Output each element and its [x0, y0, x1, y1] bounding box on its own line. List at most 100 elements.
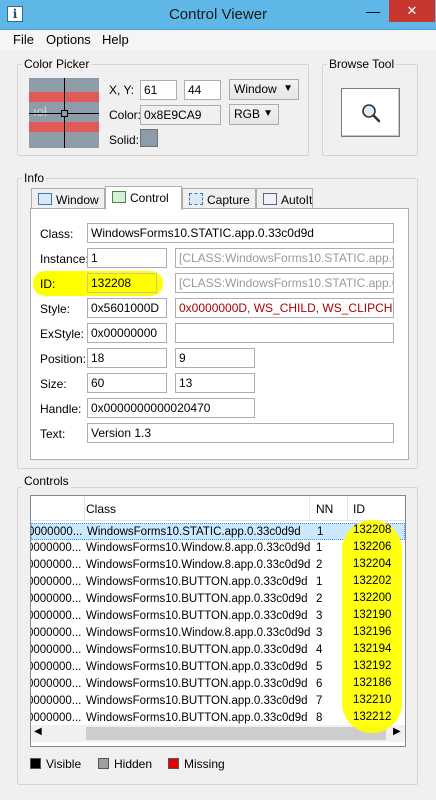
instance-field[interactable]: 1 [87, 248, 167, 268]
cell-nn: 1 [316, 542, 323, 554]
scrollbar-thumb[interactable] [86, 727, 386, 740]
tab-window[interactable]: Window [31, 188, 105, 210]
cell-handle: 0000000... [30, 526, 83, 538]
instance-advanced-field[interactable]: [CLASS:WindowsForms10.STATIC.app.0.33c [175, 248, 394, 268]
info-label: Info [22, 171, 47, 185]
size-width-field[interactable]: 60 [87, 373, 167, 393]
cell-nn: 2 [316, 593, 323, 605]
picker-mode-select[interactable]: Window ▼ [229, 79, 299, 100]
cell-nn: 1 [317, 526, 324, 538]
id-field[interactable]: 132208 [87, 273, 157, 293]
x-field[interactable]: 61 [140, 80, 177, 100]
cell-class: WindowsForms10.BUTTON.app.0.33c0d9d [86, 644, 308, 656]
cell-class: WindowsForms10.BUTTON.app.0.33c0d9d [86, 576, 308, 588]
style-field[interactable]: 0x5601000D [87, 298, 167, 318]
cell-handle: 0000000... [30, 661, 82, 673]
scroll-right-icon[interactable]: ▶ [393, 726, 401, 737]
picker-mode-value: Window [234, 82, 277, 96]
exstyle-field[interactable]: 0x00000000 [87, 323, 167, 343]
color-label: Color: [109, 108, 142, 122]
cell-id: 132192 [353, 660, 392, 672]
cell-nn: 3 [316, 610, 323, 622]
minimize-button[interactable]: — [360, 0, 386, 22]
browse-tool-button[interactable] [341, 88, 400, 137]
id-advanced-field[interactable]: [CLASS:WindowsForms10.STATIC.app.0.33c [175, 273, 394, 293]
class-field[interactable]: WindowsForms10.STATIC.app.0.33c0d9d [87, 223, 394, 243]
cell-nn: 6 [316, 678, 323, 690]
cell-class: WindowsForms10.Window.8.app.0.33c0d9d [86, 542, 311, 554]
size-height-field[interactable]: 13 [175, 373, 255, 393]
color-format-select[interactable]: RGB ▼ [229, 104, 279, 125]
cell-id: 132200 [353, 592, 392, 604]
column-header-class[interactable]: Class [86, 502, 116, 516]
tab-autoit[interactable]: AutoIt [256, 188, 313, 210]
y-field[interactable]: 44 [184, 80, 221, 100]
close-button[interactable]: ✕ [389, 0, 435, 22]
color-picker-label: Color Picker [22, 57, 92, 71]
cell-id: 132190 [353, 609, 392, 621]
tab-capture[interactable]: Capture [182, 188, 256, 210]
cell-id: 132194 [353, 643, 392, 655]
column-separator [84, 496, 85, 521]
tab-window-label: Window [56, 193, 99, 207]
cell-handle: 0000000... [30, 559, 82, 571]
list-header: Class NN ID [31, 496, 405, 521]
controls-label: Controls [22, 474, 71, 488]
cell-id: 132196 [353, 626, 392, 638]
cell-handle: 0000000... [30, 542, 82, 554]
cell-class: WindowsForms10.BUTTON.app.0.33c0d9d [86, 593, 308, 605]
position-label: Position: [40, 352, 87, 366]
chevron-down-icon: ▼ [283, 83, 293, 94]
cell-class: WindowsForms10.BUTTON.app.0.33c0d9d [86, 678, 308, 690]
zoom-preview[interactable]: ıoł [29, 78, 99, 148]
cell-class: WindowsForms10.Window.8.app.0.33c0d9d [86, 559, 311, 571]
instance-label: Instance: [40, 252, 89, 266]
horizontal-scrollbar[interactable]: ◀ ▶ [31, 725, 405, 742]
tab-control[interactable]: Control [105, 186, 182, 210]
scroll-left-icon[interactable]: ◀ [34, 726, 42, 737]
menu-help[interactable]: Help [102, 32, 129, 47]
legend-visible-swatch [30, 758, 41, 769]
cell-id: 132206 [353, 541, 392, 553]
text-label: Text: [40, 427, 66, 441]
column-header-nn[interactable]: NN [316, 502, 333, 516]
position-y-field[interactable]: 9 [175, 348, 255, 368]
cell-handle: 0000000... [30, 695, 82, 707]
browse-tool-label: Browse Tool [327, 57, 397, 71]
cell-handle: 0000000... [30, 593, 82, 605]
cell-handle: 0000000... [30, 576, 82, 588]
menu-file[interactable]: File [13, 32, 34, 47]
cell-id: 132208 [353, 524, 392, 536]
cell-class: WindowsForms10.STATIC.app.0.33c0d9d [87, 526, 301, 538]
color-value-field[interactable]: 0x8E9CA9 [140, 105, 221, 125]
style-description-field[interactable]: 0x0000000D, WS_CHILD, WS_CLIPCHILDR [175, 298, 394, 318]
text-field[interactable]: Version 1.3 [87, 423, 394, 443]
menu-options[interactable]: Options [46, 32, 91, 47]
column-header-id[interactable]: ID [353, 502, 365, 516]
cell-class: WindowsForms10.BUTTON.app.0.33c0d9d [86, 695, 308, 707]
column-separator [309, 496, 310, 521]
cell-handle: 0000000... [30, 644, 82, 656]
position-x-field[interactable]: 18 [87, 348, 167, 368]
cell-class: WindowsForms10.Window.8.app.0.33c0d9d [86, 627, 311, 639]
solid-label: Solid: [109, 133, 140, 147]
exstyle-description-field[interactable] [175, 323, 394, 343]
autoit-icon [263, 193, 277, 205]
cell-handle: 0000000... [30, 678, 82, 690]
legend-missing-label: Missing [184, 757, 225, 771]
class-label: Class: [40, 227, 74, 241]
tab-capture-label: Capture [207, 193, 250, 207]
xy-label: X, Y: [109, 83, 135, 97]
color-format-value: RGB [234, 107, 261, 121]
column-separator [347, 496, 348, 521]
control-icon [112, 191, 126, 203]
cell-class: WindowsForms10.BUTTON.app.0.33c0d9d [86, 610, 308, 622]
cell-handle: 0000000... [30, 627, 82, 639]
tab-control-label: Control [130, 191, 169, 205]
cell-id: 132202 [353, 575, 392, 587]
legend-visible-label: Visible [46, 757, 82, 771]
cell-nn: 5 [316, 661, 323, 673]
handle-field[interactable]: 0x0000000000020470 [87, 398, 255, 418]
cell-id: 132186 [353, 677, 392, 689]
cell-nn: 4 [316, 644, 323, 656]
